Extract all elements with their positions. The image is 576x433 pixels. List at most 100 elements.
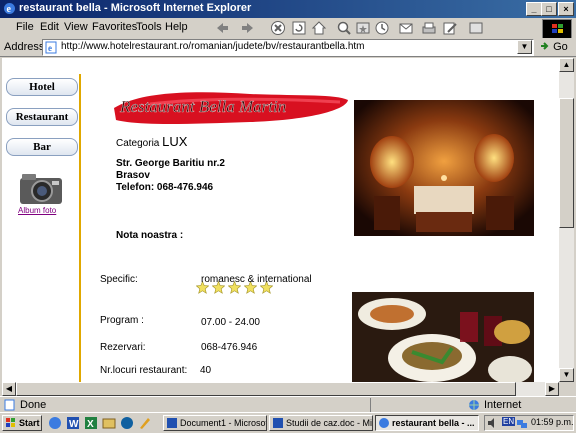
system-tray: EN 01:59 p.m. <box>484 415 574 431</box>
language-indicator[interactable]: EN <box>502 417 516 426</box>
cellar-dining-photo <box>354 100 534 236</box>
address-url: http://www.hotelrestaurant.ro/romanian/j… <box>61 41 365 52</box>
address-dropdown-button[interactable]: ▼ <box>517 40 532 54</box>
menu-favorites[interactable]: Favorites <box>92 21 137 33</box>
taskbar: Start W X Document1 - Microsoft ... Stud… <box>0 412 576 433</box>
ie-icon: e <box>4 3 15 15</box>
scroll-down-button[interactable]: ▼ <box>559 368 574 382</box>
page-content: Hotel Restaurant Bar Album foto Restaura… <box>2 58 559 382</box>
contact-block: Str. George Baritiu nr.2 Brasov Telefon:… <box>116 158 225 194</box>
clock: 01:59 p.m. <box>531 417 574 427</box>
detail-value-program: 07.00 - 24.00 <box>201 317 260 328</box>
camera-icon[interactable] <box>18 172 64 206</box>
address-input[interactable]: e http://www.hotelrestaurant.ro/romanian… <box>42 39 534 56</box>
taskbar-item-document1[interactable]: Document1 - Microsoft ... <box>163 415 267 431</box>
menu-edit[interactable]: Edit <box>40 21 59 33</box>
svg-text:e: e <box>7 4 12 15</box>
quicklaunch-word-icon[interactable]: W <box>66 416 80 430</box>
menu-bar: File Edit View Favorites Tools Help <box>0 18 576 39</box>
status-text: Done <box>20 399 47 411</box>
address-line1: Str. George Baritiu nr.2 <box>116 158 225 169</box>
start-button[interactable]: Start <box>2 415 42 431</box>
svg-text:W: W <box>69 419 79 430</box>
detail-value-specific: romanesc & international <box>201 274 312 285</box>
address-line2: Brasov <box>116 170 150 181</box>
windows-logo-icon <box>542 19 572 39</box>
quicklaunch-media-icon[interactable] <box>120 416 134 430</box>
sidebar-item-bar[interactable]: Bar <box>6 138 78 156</box>
quicklaunch-ie-icon[interactable] <box>48 416 62 430</box>
quicklaunch-paint-icon[interactable] <box>138 416 152 430</box>
detail-label-locuri: Nr.locuri restaurant: <box>100 365 188 376</box>
horizontal-scrollbar[interactable]: ◀ ▶ <box>2 382 559 396</box>
menu-help[interactable]: Help <box>165 21 188 33</box>
status-bar: Done Internet <box>0 396 576 413</box>
menu-tools[interactable]: Tools <box>136 21 162 33</box>
go-button[interactable]: Go <box>540 41 568 53</box>
address-label: Address <box>4 41 45 53</box>
go-label: Go <box>553 41 568 53</box>
go-arrow-icon <box>541 42 549 50</box>
mail-icon[interactable] <box>398 20 414 36</box>
scroll-up-button[interactable]: ▲ <box>559 58 574 72</box>
address-bar: Address e http://www.hotelrestaurant.ro/… <box>0 38 576 57</box>
word-doc-icon <box>273 418 283 428</box>
search-icon[interactable] <box>336 20 352 36</box>
print-icon[interactable] <box>421 20 437 36</box>
taskbar-item-studii[interactable]: Studii de caz.doc - Micr... <box>269 415 373 431</box>
detail-label-rezervari: Rezervari: <box>100 342 146 353</box>
window-title: restaurant bella - Microsoft Internet Ex… <box>19 2 252 14</box>
category-value: LUX <box>162 134 188 149</box>
restaurant-logo: Restaurant Bella Martin <box>114 92 348 124</box>
category-label: Categoria <box>116 138 160 149</box>
detail-value-locuri: 40 <box>200 365 212 376</box>
stop-icon[interactable] <box>270 20 286 36</box>
rating-label: Nota noastra : <box>116 230 184 241</box>
refresh-icon[interactable] <box>291 20 307 36</box>
volume-icon[interactable] <box>487 417 499 429</box>
category-line: Categoria LUX <box>116 134 187 149</box>
scroll-left-button[interactable]: ◀ <box>2 382 16 396</box>
sidebar-item-restaurant[interactable]: Restaurant <box>6 108 78 126</box>
page-done-icon <box>4 399 15 411</box>
history-icon[interactable] <box>374 20 390 36</box>
quicklaunch-outlook-icon[interactable] <box>102 416 116 430</box>
album-foto-link[interactable]: Album foto <box>18 206 56 215</box>
taskbar-item-restaurant-bella[interactable]: restaurant bella - ... <box>375 415 479 431</box>
sidebar-divider <box>79 74 81 382</box>
favorites-icon[interactable] <box>355 20 371 36</box>
discuss-icon[interactable] <box>468 20 484 36</box>
forward-icon[interactable] <box>240 20 256 36</box>
svg-text:X: X <box>87 419 94 430</box>
edit-icon[interactable] <box>442 20 458 36</box>
vertical-scrollbar[interactable]: ▲ ▼ <box>559 58 574 382</box>
food-photo <box>352 292 534 382</box>
minimize-button[interactable]: _ <box>526 2 542 16</box>
vertical-scroll-thumb[interactable] <box>559 98 574 228</box>
detail-label-specific: Specific: <box>100 274 138 285</box>
close-button[interactable]: × <box>558 2 574 16</box>
network-icon[interactable] <box>516 417 528 429</box>
internet-zone-icon <box>469 400 479 410</box>
maximize-button[interactable]: □ <box>541 2 557 16</box>
page-icon: e <box>45 41 57 54</box>
menu-view[interactable]: View <box>64 21 88 33</box>
start-logo-icon <box>6 418 15 427</box>
phone: Telefon: 068-476.946 <box>116 182 214 193</box>
quicklaunch-excel-icon[interactable]: X <box>84 416 98 430</box>
scroll-right-button[interactable]: ▶ <box>545 382 559 396</box>
start-label: Start <box>19 418 40 428</box>
word-doc-icon <box>167 418 177 428</box>
window-titlebar: e restaurant bella - Microsoft Internet … <box>0 0 576 18</box>
detail-value-rezervari: 068-476.946 <box>201 342 258 353</box>
ie-page-icon <box>379 418 389 428</box>
menu-file[interactable]: File <box>16 21 34 33</box>
back-icon[interactable] <box>214 20 230 36</box>
home-icon[interactable] <box>311 20 327 36</box>
sidebar-item-hotel[interactable]: Hotel <box>6 78 78 96</box>
logo-text: Restaurant Bella Martin <box>119 97 286 116</box>
detail-label-program: Program : <box>100 315 144 326</box>
horizontal-scroll-thumb[interactable] <box>16 382 516 396</box>
zone-text: Internet <box>484 399 522 411</box>
svg-text:e: e <box>48 43 52 53</box>
